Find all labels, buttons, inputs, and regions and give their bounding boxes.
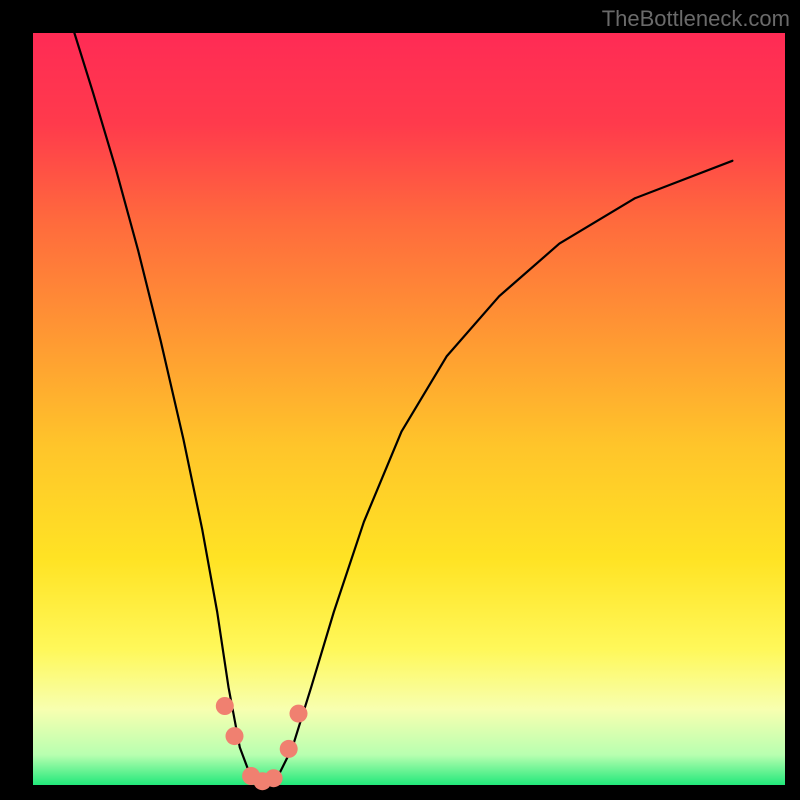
marker-right-upper xyxy=(290,705,308,723)
watermark-text: TheBottleneck.com xyxy=(602,6,790,32)
marker-left-lower xyxy=(226,727,244,745)
bottleneck-chart xyxy=(0,0,800,800)
chart-stage: TheBottleneck.com xyxy=(0,0,800,800)
plot-background xyxy=(33,33,785,785)
marker-left-upper xyxy=(216,697,234,715)
marker-bottom-3 xyxy=(265,769,283,787)
marker-right-lower xyxy=(280,740,298,758)
